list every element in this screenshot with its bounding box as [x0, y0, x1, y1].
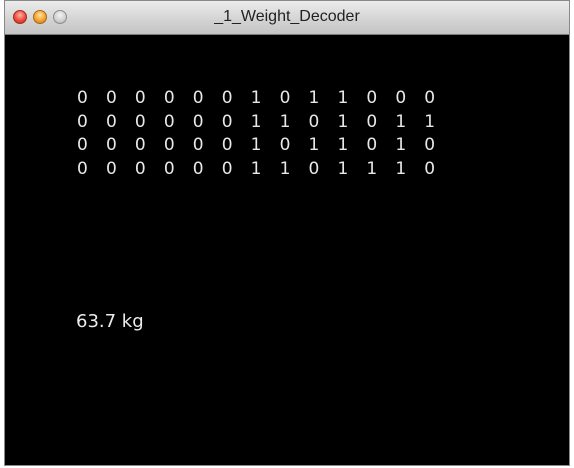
- bit-value: 0: [221, 135, 233, 156]
- bit-value: 0: [221, 111, 233, 132]
- bit-value: 1: [250, 88, 262, 108]
- bit-value: 0: [395, 88, 407, 108]
- bit-value: 1: [337, 111, 349, 132]
- bit-value: 1: [279, 111, 291, 132]
- bit-value: 0: [221, 88, 233, 108]
- bit-row: 0000001011010: [75, 135, 451, 159]
- bit-value: 1: [337, 158, 349, 179]
- bit-value: 0: [77, 111, 88, 132]
- bit-value: 0: [163, 158, 175, 179]
- bit-value: 0: [308, 111, 320, 132]
- bit-value: 1: [337, 135, 349, 156]
- bit-value: 1: [308, 88, 320, 108]
- bit-value: 0: [77, 88, 88, 108]
- bit-value: 1: [250, 158, 262, 179]
- bit-row: 0000001011000: [75, 88, 451, 112]
- bit-value: 0: [163, 111, 175, 132]
- bit-value: 0: [366, 135, 378, 156]
- bit-value: 0: [424, 88, 436, 108]
- bit-row: 0000001101011: [75, 112, 451, 136]
- bit-value: 0: [221, 158, 233, 179]
- bit-value: 1: [250, 135, 262, 156]
- bit-value: 0: [279, 135, 291, 156]
- bit-row: 0000001101110: [75, 159, 451, 183]
- bit-value: 1: [250, 111, 262, 132]
- bit-value: 1: [395, 135, 407, 156]
- bit-grid: 0000001011000000000110101100000010110100…: [75, 88, 451, 182]
- bit-value: 0: [163, 88, 175, 108]
- title-bar[interactable]: _1_Weight_Decoder: [5, 1, 569, 35]
- bit-value: 0: [134, 135, 146, 156]
- bit-value: 1: [366, 158, 378, 179]
- bit-value: 1: [308, 135, 320, 156]
- bit-value: 0: [77, 135, 88, 156]
- bit-value: 0: [134, 88, 146, 108]
- bit-value: 0: [192, 135, 204, 156]
- bit-value: 0: [366, 111, 378, 132]
- bit-value: 0: [134, 111, 146, 132]
- window-title: _1_Weight_Decoder: [214, 8, 360, 25]
- bit-value: 1: [395, 111, 407, 132]
- bit-value: 0: [77, 158, 88, 179]
- bit-value: 0: [163, 135, 175, 156]
- bit-value: 1: [337, 88, 349, 108]
- bit-value: 0: [424, 135, 436, 156]
- bit-value: 0: [308, 158, 320, 179]
- weight-readout: 63.7 kg: [76, 311, 144, 332]
- bit-value: 0: [192, 111, 204, 132]
- bit-value: 0: [279, 88, 291, 108]
- app-window: _1_Weight_Decoder 0000001011000000000110…: [4, 0, 570, 466]
- bit-value: 0: [134, 158, 146, 179]
- bit-value: 0: [192, 88, 204, 108]
- bit-value: 1: [424, 111, 436, 132]
- bit-value: 0: [105, 135, 117, 156]
- bit-value: 0: [424, 158, 436, 179]
- bit-value: 0: [105, 158, 117, 179]
- bit-value: 1: [395, 158, 407, 179]
- bit-value: 0: [105, 88, 117, 108]
- bit-value: 0: [366, 88, 378, 108]
- bit-value: 1: [279, 158, 291, 179]
- bit-value: 0: [105, 111, 117, 132]
- bit-value: 0: [192, 158, 204, 179]
